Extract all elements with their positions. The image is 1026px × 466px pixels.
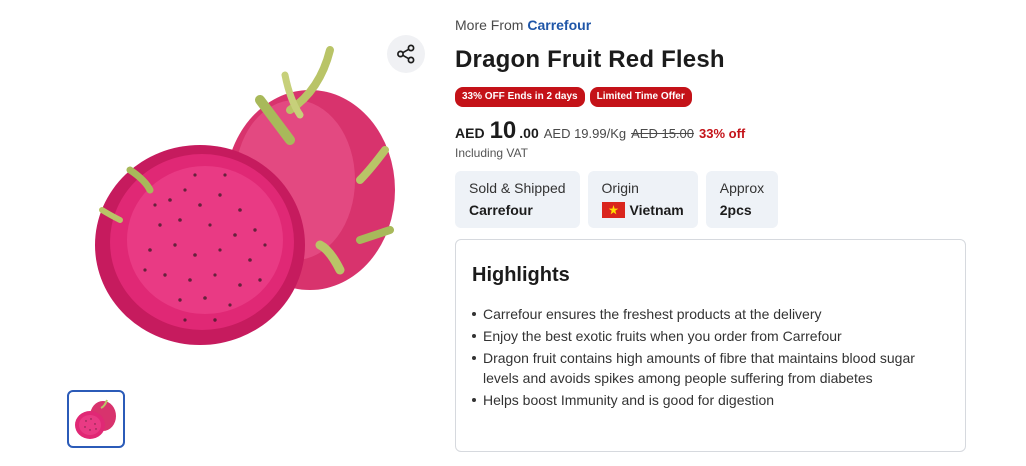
list-item: Dragon fruit contains high amounts of fi… (472, 348, 949, 388)
limited-offer-badge: Limited Time Offer (589, 87, 692, 107)
price-whole: 10 (489, 117, 517, 144)
spec-value: Carrefour (469, 202, 533, 218)
spec-label: Approx (719, 180, 765, 196)
promo-badges: 33% OFF Ends in 2 days Limited Time Offe… (455, 87, 692, 107)
list-item: Carrefour ensures the freshest products … (472, 304, 949, 324)
product-media (0, 0, 440, 466)
old-price: AED 15.00 (631, 126, 694, 141)
spec-label: Sold & Shipped (469, 180, 566, 196)
highlights-card: Highlights Carrefour ensures the freshes… (455, 239, 966, 452)
vietnam-flag-icon (601, 202, 625, 218)
spec-value: Vietnam (629, 202, 684, 218)
product-title: Dragon Fruit Red Flesh (455, 46, 725, 73)
spec-origin: Origin Vietnam (587, 171, 698, 228)
spec-sold-shipped: Sold & Shipped Carrefour (455, 171, 580, 228)
spec-label: Origin (601, 180, 639, 196)
discount-percent: 33% off (699, 126, 746, 141)
price-decimal: .00 (519, 125, 539, 141)
spec-value: 2pcs (719, 202, 752, 218)
more-from-breadcrumb: More From Carrefour (455, 17, 591, 33)
more-from-label: More From (455, 17, 524, 33)
vat-note: Including VAT (455, 146, 528, 160)
list-item: Helps boost Immunity and is good for dig… (472, 390, 949, 410)
product-info: More From Carrefour Dragon Fruit Red Fle… (455, 0, 975, 466)
share-button[interactable] (387, 35, 425, 73)
dragon-fruit-thumbnail (75, 399, 116, 439)
highlights-title: Highlights (472, 264, 570, 286)
price-row: AED 10 .00 AED 19.99/Kg AED 15.00 33% of… (455, 117, 745, 145)
highlights-list: Carrefour ensures the freshest products … (472, 304, 949, 410)
product-image (95, 46, 395, 345)
cut-dragon-fruit (95, 145, 305, 345)
product-thumbnail[interactable] (67, 390, 125, 448)
brand-link[interactable]: Carrefour (527, 17, 591, 33)
share-icon (397, 44, 415, 64)
price-currency: AED (455, 125, 485, 141)
unit-price: AED 19.99/Kg (543, 126, 627, 141)
spec-approx: Approx 2pcs (705, 171, 779, 228)
list-item: Enjoy the best exotic fruits when you or… (472, 326, 949, 346)
discount-badge: 33% OFF Ends in 2 days (455, 87, 585, 107)
product-specs: Sold & Shipped Carrefour Origin Vietnam … (455, 171, 779, 228)
